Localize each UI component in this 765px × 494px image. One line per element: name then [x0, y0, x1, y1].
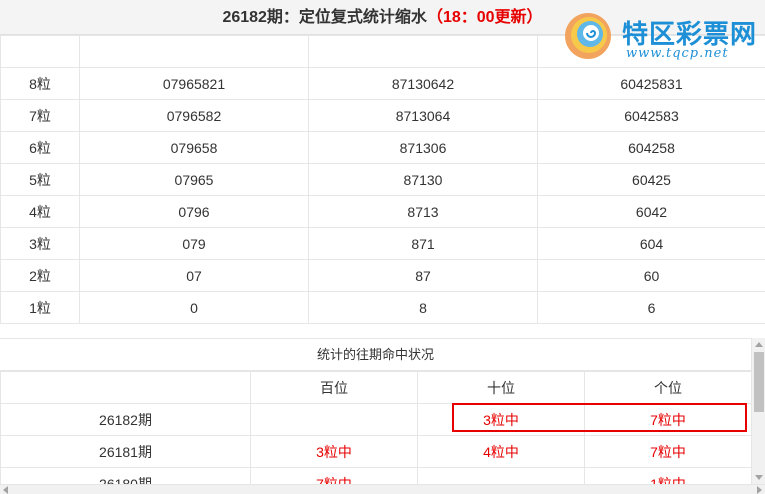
- bai-value: 0796582: [79, 99, 309, 132]
- site-logo[interactable]: 特区彩票网 www.tqcp.net: [562, 10, 762, 68]
- history-shi: 4粒中: [417, 435, 585, 468]
- position-stats-table: 8粒 07965821 87130642 60425831 7粒 0796582…: [0, 35, 765, 324]
- scroll-down-icon[interactable]: [755, 475, 763, 480]
- history-bai: [250, 403, 418, 436]
- vertical-scrollbar[interactable]: [751, 338, 765, 484]
- row-label: 8粒: [0, 67, 80, 100]
- history-ge: 7粒中: [584, 435, 751, 468]
- table-row: 4粒 0796 8713 6042: [0, 195, 765, 228]
- shi-value: 871: [308, 227, 538, 260]
- bai-value: 0796: [79, 195, 309, 228]
- table-header-cell: [0, 35, 80, 68]
- row-label: 5粒: [0, 163, 80, 196]
- ge-value: 60425831: [537, 67, 765, 100]
- bai-value: 07965821: [79, 67, 309, 100]
- shi-value: 8713064: [308, 99, 538, 132]
- history-period: 26181期: [0, 435, 251, 468]
- table-row: 2粒 07 87 60: [0, 259, 765, 292]
- shi-value: 8713: [308, 195, 538, 228]
- history-col-period: [0, 371, 251, 404]
- shi-value: 8: [308, 291, 538, 324]
- row-label: 3粒: [0, 227, 80, 260]
- logo-url: www.tqcp.net: [626, 46, 729, 61]
- ge-value: 604258: [537, 131, 765, 164]
- scroll-left-icon[interactable]: [3, 486, 8, 494]
- history-bai: 3粒中: [250, 435, 418, 468]
- history-bai: 7粒中: [250, 467, 418, 484]
- table-row: 5粒 07965 87130 60425: [0, 163, 765, 196]
- history-period: 26180期: [0, 467, 251, 484]
- table-row: 26180期 7粒中 1粒中: [0, 467, 751, 484]
- table-header-cell: [79, 35, 309, 68]
- row-label: 4粒: [0, 195, 80, 228]
- table-row: 26181期 3粒中 4粒中 7粒中: [0, 435, 751, 468]
- history-shi: [417, 467, 585, 484]
- title-update-time: （18：00更新）: [426, 9, 543, 26]
- history-caption: 统计的往期命中状况: [0, 339, 751, 371]
- history-col-ge: 个位: [584, 371, 751, 404]
- row-label: 2粒: [0, 259, 80, 292]
- ge-value: 60425: [537, 163, 765, 196]
- table-row: 1粒 0 8 6: [0, 291, 765, 324]
- history-col-shi: 十位: [417, 371, 585, 404]
- row-label: 1粒: [0, 291, 80, 324]
- history-ge: 1粒中: [584, 467, 751, 484]
- bai-value: 079658: [79, 131, 309, 164]
- ge-value: 604: [537, 227, 765, 260]
- table-header-cell: [308, 35, 538, 68]
- ge-value: 60: [537, 259, 765, 292]
- horizontal-scrollbar[interactable]: [0, 484, 765, 494]
- bai-value: 07965: [79, 163, 309, 196]
- scrollbar-thumb[interactable]: [754, 352, 764, 412]
- scroll-up-icon[interactable]: [755, 342, 763, 347]
- spiral-logo-icon: [565, 13, 611, 59]
- history-header-row: 百位 十位 个位: [0, 371, 751, 404]
- ge-value: 6042583: [537, 99, 765, 132]
- row-label: 7粒: [0, 99, 80, 132]
- history-period: 26182期: [0, 403, 251, 436]
- title-main: 26182期：定位复式统计缩水: [222, 9, 427, 26]
- table-row: 7粒 0796582 8713064 6042583: [0, 99, 765, 132]
- row-label: 6粒: [0, 131, 80, 164]
- shi-value: 87130: [308, 163, 538, 196]
- history-col-bai: 百位: [250, 371, 418, 404]
- shi-value: 87: [308, 259, 538, 292]
- bai-value: 07: [79, 259, 309, 292]
- shi-value: 87130642: [308, 67, 538, 100]
- ge-value: 6042: [537, 195, 765, 228]
- bai-value: 079: [79, 227, 309, 260]
- ge-value: 6: [537, 291, 765, 324]
- scroll-right-icon[interactable]: [757, 486, 762, 494]
- table-row: 6粒 079658 871306 604258: [0, 131, 765, 164]
- shi-value: 871306: [308, 131, 538, 164]
- highlight-box: [452, 403, 747, 432]
- table-row: 8粒 07965821 87130642 60425831: [0, 67, 765, 100]
- table-row: 3粒 079 871 604: [0, 227, 765, 260]
- bai-value: 0: [79, 291, 309, 324]
